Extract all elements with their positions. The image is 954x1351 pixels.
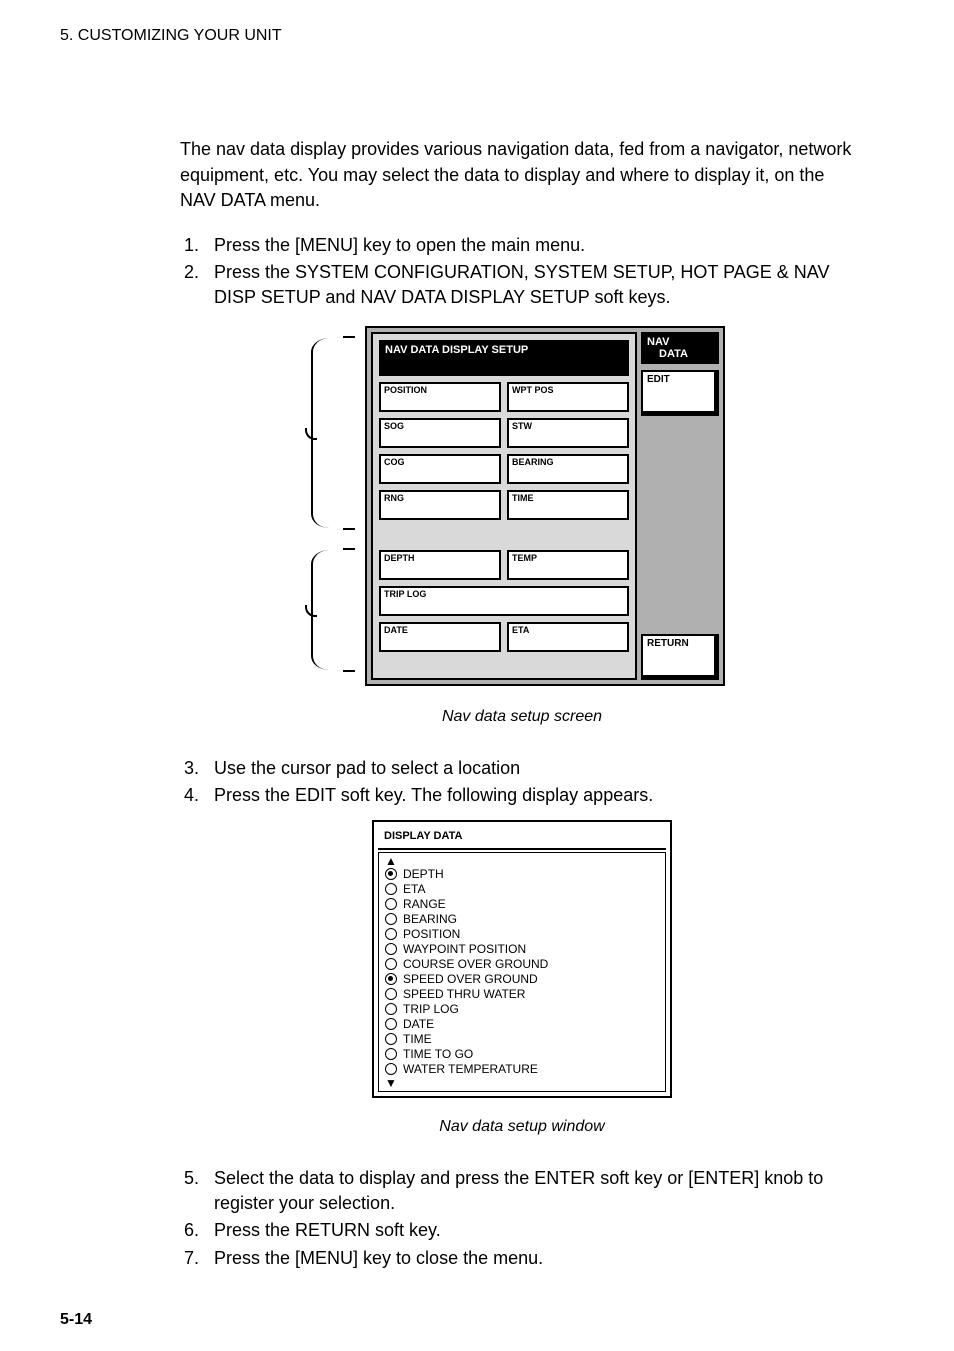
data-option-row[interactable]: TRIP LOG bbox=[385, 1002, 659, 1017]
data-option-label: DEPTH bbox=[403, 867, 444, 882]
setup-cell[interactable]: SOG bbox=[379, 418, 501, 448]
softkey-column: NAV DATA EDIT RETURN bbox=[641, 332, 719, 680]
data-option-row[interactable]: DATE bbox=[385, 1017, 659, 1032]
step-1: Press the [MENU] key to open the main me… bbox=[204, 233, 864, 258]
intro-paragraph: The nav data display provides various na… bbox=[180, 137, 864, 213]
setup-cell[interactable]: TIME bbox=[507, 490, 629, 520]
radio-icon[interactable] bbox=[385, 913, 397, 925]
running-head: 5. CUSTOMIZING YOUR UNIT bbox=[60, 25, 874, 47]
scroll-down-icon[interactable]: ▼ bbox=[385, 1077, 395, 1089]
radio-icon[interactable] bbox=[385, 868, 397, 880]
step-list-3: Select the data to display and press the… bbox=[180, 1166, 864, 1271]
data-option-row[interactable]: POSITION bbox=[385, 927, 659, 942]
setup-cell[interactable]: DATE bbox=[379, 622, 501, 652]
radio-icon[interactable] bbox=[385, 1018, 397, 1030]
setup-cell[interactable]: DEPTH bbox=[379, 550, 501, 580]
setup-cell[interactable]: COG bbox=[379, 454, 501, 484]
radio-icon[interactable] bbox=[385, 973, 397, 985]
step-5: Select the data to display and press the… bbox=[204, 1166, 864, 1216]
data-option-label: SPEED THRU WATER bbox=[403, 987, 525, 1002]
data-option-row[interactable]: TIME bbox=[385, 1032, 659, 1047]
figure-nav-data-setup: NAV DATA DISPLAY SETUP POSITION WPT POS … bbox=[307, 326, 737, 686]
setup-cell[interactable]: ETA bbox=[507, 622, 629, 652]
setup-cell[interactable]: WPT POS bbox=[507, 382, 629, 412]
data-option-row[interactable]: ETA bbox=[385, 882, 659, 897]
step-2: Press the SYSTEM CONFIGURATION, SYSTEM S… bbox=[204, 260, 864, 310]
data-option-label: POSITION bbox=[403, 927, 460, 942]
page: 5. CUSTOMIZING YOUR UNIT The nav data di… bbox=[0, 0, 954, 1351]
radio-icon[interactable] bbox=[385, 943, 397, 955]
radio-icon[interactable] bbox=[385, 1033, 397, 1045]
data-option-label: TIME bbox=[403, 1032, 432, 1047]
data-option-row[interactable]: RANGE bbox=[385, 897, 659, 912]
softkey-title-l2: DATA bbox=[647, 348, 688, 360]
radio-icon[interactable] bbox=[385, 898, 397, 910]
figure2-caption: Nav data setup window bbox=[180, 1116, 864, 1138]
step-list-2: Use the cursor pad to select a location … bbox=[180, 756, 864, 808]
data-option-label: ETA bbox=[403, 882, 425, 897]
data-option-row[interactable]: SPEED OVER GROUND bbox=[385, 972, 659, 987]
softkey-title-l1: NAV bbox=[647, 336, 669, 348]
setup-cell[interactable]: RNG bbox=[379, 490, 501, 520]
step-3: Use the cursor pad to select a location bbox=[204, 756, 864, 781]
edit-softkey[interactable]: EDIT bbox=[641, 370, 719, 416]
data-window-title: DISPLAY DATA bbox=[378, 826, 666, 849]
figure-data-select: DISPLAY DATA ▲ DEPTHETARANGEBEARINGPOSIT… bbox=[372, 820, 672, 1097]
radio-icon[interactable] bbox=[385, 928, 397, 940]
data-option-row[interactable]: TIME TO GO bbox=[385, 1047, 659, 1062]
setup-cell[interactable]: STW bbox=[507, 418, 629, 448]
radio-icon[interactable] bbox=[385, 958, 397, 970]
radio-icon[interactable] bbox=[385, 1063, 397, 1075]
data-option-row[interactable]: SPEED THRU WATER bbox=[385, 987, 659, 1002]
setup-cell[interactable]: TEMP bbox=[507, 550, 629, 580]
data-option-row[interactable]: WATER TEMPERATURE bbox=[385, 1062, 659, 1077]
data-option-row[interactable]: BEARING bbox=[385, 912, 659, 927]
setup-header: NAV DATA DISPLAY SETUP bbox=[379, 340, 629, 376]
setup-cell[interactable]: TRIP LOG bbox=[379, 586, 629, 616]
brace-lower bbox=[311, 550, 343, 670]
radio-icon[interactable] bbox=[385, 988, 397, 1000]
data-option-label: BEARING bbox=[403, 912, 457, 927]
setup-cell[interactable]: BEARING bbox=[507, 454, 629, 484]
scroll-up-icon[interactable]: ▲ bbox=[385, 855, 395, 867]
data-option-label: DATE bbox=[403, 1017, 434, 1032]
data-option-row[interactable]: WAYPOINT POSITION bbox=[385, 942, 659, 957]
data-option-row[interactable]: DEPTH bbox=[385, 867, 659, 882]
return-softkey[interactable]: RETURN bbox=[641, 634, 719, 680]
radio-icon[interactable] bbox=[385, 1003, 397, 1015]
radio-icon[interactable] bbox=[385, 1048, 397, 1060]
data-option-label: TRIP LOG bbox=[403, 1002, 459, 1017]
step-4: Press the EDIT soft key. The following d… bbox=[204, 783, 864, 808]
softkey-title: NAV DATA bbox=[641, 332, 719, 364]
data-option-label: TIME TO GO bbox=[403, 1047, 473, 1062]
data-option-label: WATER TEMPERATURE bbox=[403, 1062, 538, 1077]
data-option-row[interactable]: COURSE OVER GROUND bbox=[385, 957, 659, 972]
data-option-label: RANGE bbox=[403, 897, 446, 912]
step-6: Press the RETURN soft key. bbox=[204, 1218, 864, 1243]
data-option-label: WAYPOINT POSITION bbox=[403, 942, 526, 957]
radio-icon[interactable] bbox=[385, 883, 397, 895]
setup-cell[interactable]: POSITION bbox=[379, 382, 501, 412]
setup-main-panel: NAV DATA DISPLAY SETUP POSITION WPT POS … bbox=[371, 332, 637, 680]
figure1-caption: Nav data setup screen bbox=[180, 706, 864, 728]
step-list-1: Press the [MENU] key to open the main me… bbox=[180, 233, 864, 311]
data-option-label: COURSE OVER GROUND bbox=[403, 957, 548, 972]
page-number: 5-14 bbox=[60, 1309, 92, 1331]
data-option-label: SPEED OVER GROUND bbox=[403, 972, 538, 987]
data-window-body: ▲ DEPTHETARANGEBEARINGPOSITIONWAYPOINT P… bbox=[378, 852, 666, 1092]
step-7: Press the [MENU] key to close the menu. bbox=[204, 1246, 864, 1271]
brace-upper bbox=[311, 338, 343, 528]
